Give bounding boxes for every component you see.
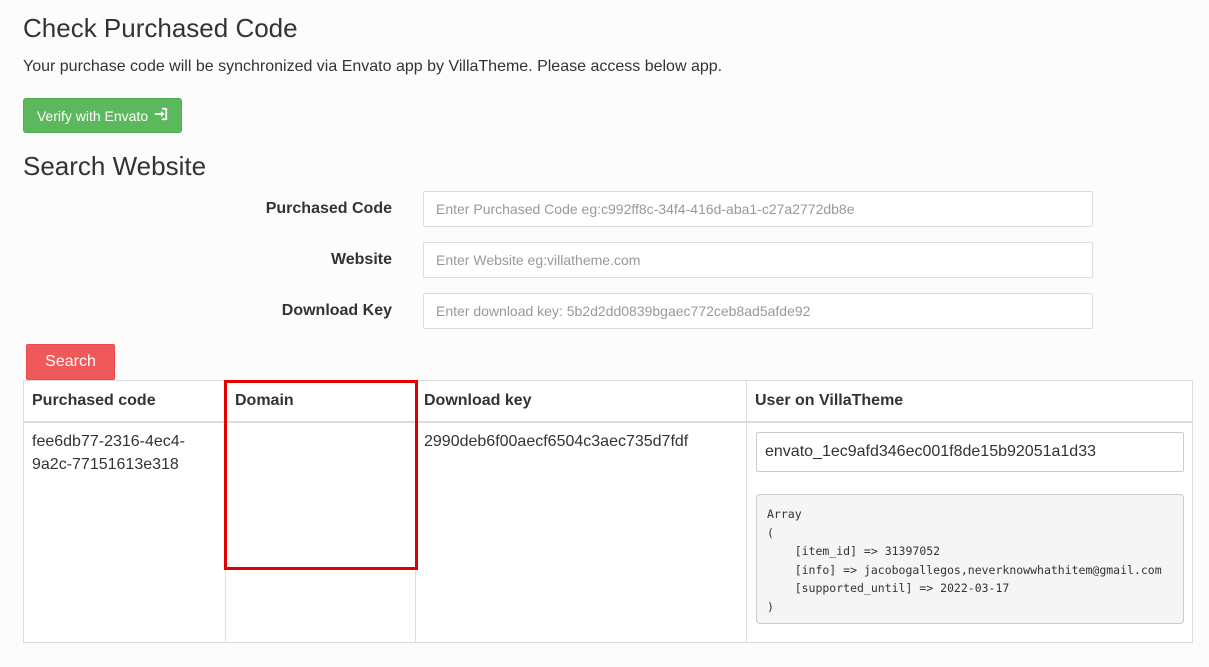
search-button[interactable]: Search (26, 344, 115, 380)
table-header-divider (24, 421, 1192, 423)
search-website-title: Search Website (23, 151, 207, 181)
website-label: Website (330, 251, 392, 268)
header-domain: Domain (235, 392, 294, 409)
purchased-code-line: 9a2c-77151613e318 (32, 456, 179, 473)
sign-in-icon (154, 107, 168, 124)
purchased-code-line: fee6db77-2316-4ec4- (32, 433, 186, 450)
intro-text: Your purchase code will be synchronized … (23, 58, 723, 75)
purchase-details-block: Array ( [item_id] => 31397052 [info] => … (756, 494, 1184, 624)
download-key-label: Download Key (281, 302, 392, 319)
purchased-code-row: Purchased Code (0, 191, 1209, 227)
download-key-input[interactable] (423, 293, 1093, 329)
header-download-key: Download key (424, 392, 532, 409)
header-purchased-code: Purchased code (32, 392, 156, 409)
verify-button-label: Verify with Envato (36, 107, 149, 124)
purchased-code-input[interactable] (423, 191, 1093, 227)
download-key-row: Download Key (0, 293, 1209, 329)
verify-with-envato-button[interactable]: Verify with Envato (23, 98, 182, 133)
results-table: Purchased code Domain Download key User … (23, 380, 1193, 643)
cell-purchased-code: fee6db77-2316-4ec4- 9a2c-77151613e318 (32, 430, 185, 476)
page-title: Check Purchased Code (23, 13, 298, 43)
purchased-code-label: Purchased Code (265, 200, 392, 217)
header-user-on-villatheme: User on VillaTheme (755, 392, 904, 409)
user-on-villatheme-field[interactable] (756, 432, 1184, 472)
website-input[interactable] (423, 242, 1093, 278)
website-row: Website (0, 242, 1209, 278)
cell-download-key: 2990deb6f00aecf6504c3aec735d7fdf (424, 433, 689, 450)
